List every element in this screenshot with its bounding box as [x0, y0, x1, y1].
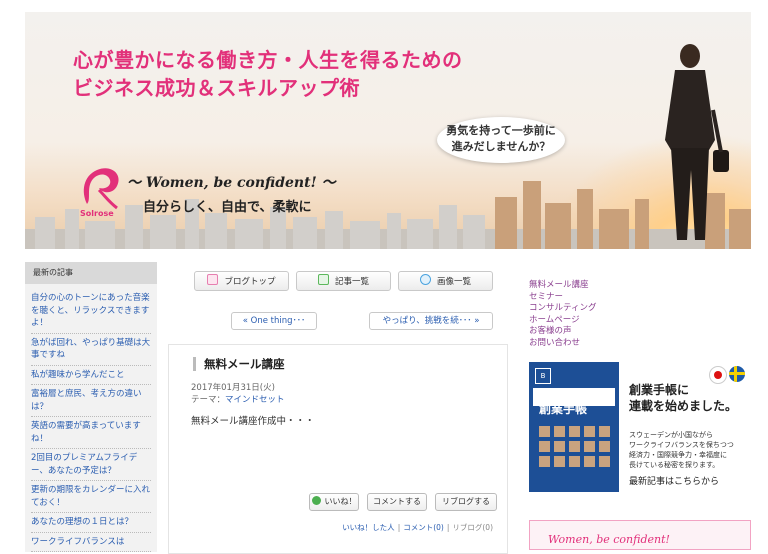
women-be-confident-banner[interactable]: Women, be confident! [529, 520, 751, 550]
tagline-english: ～ Women, be confident! ～ [127, 175, 336, 191]
theme-label: テーマ： [191, 395, 226, 405]
header-banner[interactable]: 心が豊かになる働き方・人生を得るための ビジネス成功＆スキルアップ術 勇気を持っ… [25, 12, 751, 249]
article-body: 無料メール講座作成中・・・ [191, 416, 315, 427]
reblog-button[interactable]: リブログする [435, 493, 497, 511]
recent-articles-list: 自分の心のトーンにあった音楽を聴くと、リラックスできますよ！ 急がば回れ、やっぱ… [25, 284, 157, 552]
liked-by-link[interactable]: いいね！した人 [342, 523, 395, 532]
previous-article-button[interactable]: « One thing･･･ [231, 312, 317, 330]
recent-article-link[interactable]: 英語の需要が高まっていますね！ [31, 417, 151, 449]
article-title[interactable]: 無料メール講座 [193, 357, 285, 371]
book-cover-image: B 創業手帳 [529, 362, 619, 492]
blog-top-button[interactable]: ブログトップ [194, 271, 289, 291]
article-list-button[interactable]: 記事一覧 [296, 271, 391, 291]
promo-link[interactable]: 最新記事はこちらから [629, 474, 719, 487]
promo-sub-2: ワークライフバランスを保ちつつ [629, 441, 734, 449]
recent-article-link[interactable]: 2回目のプレミアムフライデー、あなたの予定は？ [31, 449, 151, 481]
banner-headline: 心が豊かになる働き方・人生を得るための ビジネス成功＆スキルアップ術 [73, 46, 463, 102]
site-link[interactable]: 無料メール講座 [529, 280, 597, 292]
image-list-label: 画像一覧 [436, 277, 471, 287]
book-title: 創業手帳 [539, 402, 588, 416]
theme-link[interactable]: マインドセット [225, 395, 285, 405]
headline-line-1: 心が豊かになる働き方・人生を得るための [73, 48, 463, 72]
site-link[interactable]: セミナー [529, 292, 597, 304]
like-button[interactable]: いいね！ [309, 493, 359, 511]
bubble-line-1: 勇気を持って一歩前に [446, 124, 556, 137]
article-theme: テーマ：マインドセット [191, 393, 285, 405]
speech-bubble: 勇気を持って一歩前に 進みだしませんか？ [437, 117, 565, 163]
sidebar-heading: 最新の記事 [25, 262, 157, 284]
promo-headline: 創業手帳に 連載を始めました。 [629, 382, 737, 414]
article-list-label: 記事一覧 [334, 277, 369, 287]
site-links: 無料メール講座 セミナー コンサルティング ホームページ お客様の声 お問い合わ… [529, 280, 597, 349]
recent-article-link[interactable]: 富裕層と庶民、考え方の違いは？ [31, 385, 151, 417]
promo-sub-4: 長けている秘密を探ります。 [629, 461, 720, 469]
article-card: 無料メール講座 2017年01月31日(火) テーマ：マインドセット 無料メール… [168, 344, 508, 554]
solrose-logo [83, 168, 119, 210]
site-link[interactable]: ホームページ [529, 315, 597, 327]
recent-articles-sidebar: 最新の記事 自分の心のトーンにあった音楽を聴くと、リラックスできますよ！ 急がば… [25, 262, 157, 552]
promo-sub-1: スウェーデンが小国ながら [629, 431, 713, 439]
reblogs-count: リブログ(0) [452, 523, 493, 532]
comments-link[interactable]: コメント(0) [403, 523, 444, 532]
book-photo-grid [539, 426, 611, 478]
promo-sub-3: 経済力・国際競争力・幸福度に [629, 451, 727, 459]
promo-headline-2: 連載を始めました。 [629, 399, 738, 413]
promo-description: スウェーデンが小国ながら ワークライフバランスを保ちつつ 経済力・国際競争力・幸… [629, 430, 734, 470]
recent-article-link[interactable]: あなたの理想の１日とは？ [31, 513, 151, 533]
article-date: 2017年01月31日(火) [191, 383, 275, 393]
headline-line-2: ビジネス成功＆スキルアップ術 [73, 76, 360, 100]
image-list-button[interactable]: 画像一覧 [398, 271, 493, 291]
blog-top-label: ブログトップ [224, 277, 276, 287]
like-label: いいね！ [324, 497, 357, 506]
recent-article-link[interactable]: 私が趣味から学んだこと [31, 366, 151, 385]
next-article-button[interactable]: やっぱり、挑戦を続･･･ » [369, 312, 493, 330]
camera-icon [419, 274, 431, 285]
recent-article-link[interactable]: 自分の心のトーンにあった音楽を聴くと、リラックスできますよ！ [31, 289, 151, 334]
tagline-japanese: 自分らしく、自由で、柔軟に [143, 200, 312, 215]
promo-headline-1: 創業手帳に [629, 383, 690, 397]
site-link[interactable]: お問い合わせ [529, 338, 597, 350]
businesswoman-image [665, 44, 729, 240]
smile-icon [311, 496, 321, 505]
book-mark: B [535, 368, 551, 384]
sogyo-techo-promo[interactable]: B 創業手帳 創業手帳に 連載を始めました。 スウェーデンが小国ながら ワークラ… [529, 362, 753, 494]
sweden-flag-icon [729, 366, 745, 382]
comment-button[interactable]: コメントする [367, 493, 427, 511]
blog-icon [207, 274, 219, 285]
recent-article-link[interactable]: ワークライフバランスは [31, 533, 151, 552]
logo-text: Solrose [80, 209, 114, 218]
recent-article-link[interactable]: 更新の期限をカレンダーに入れておく！ [31, 481, 151, 513]
bubble-line-2: 進みだしませんか？ [451, 140, 551, 153]
site-link[interactable]: コンサルティング [529, 303, 597, 315]
article-meta: いいね！した人 | コメント(0) | リブログ(0) [342, 523, 493, 532]
site-link[interactable]: お客様の声 [529, 326, 597, 338]
recent-article-link[interactable]: 急がば回れ、やっぱり基礎は大事ですね [31, 334, 151, 366]
document-icon [317, 274, 329, 285]
